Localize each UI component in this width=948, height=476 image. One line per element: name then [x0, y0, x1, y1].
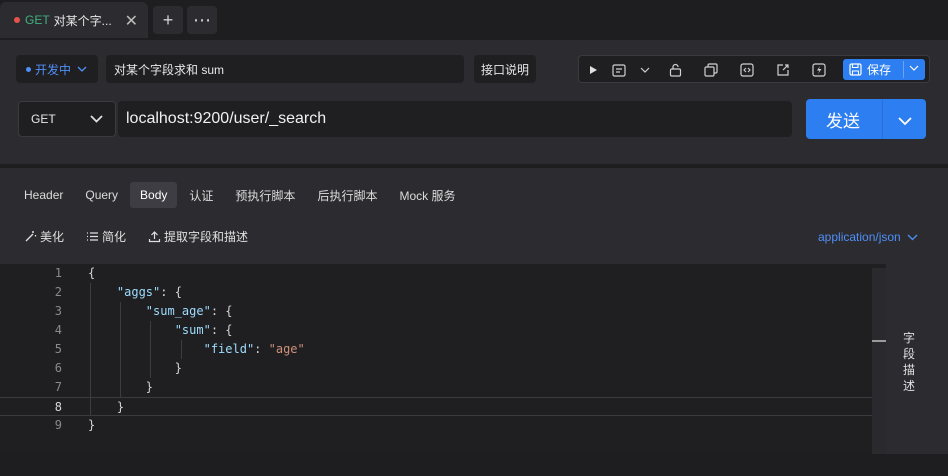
upload-icon	[148, 231, 161, 243]
code-text: "aggs": {	[116, 285, 182, 299]
share-icon[interactable]	[775, 62, 791, 78]
line-number: 3	[54, 304, 62, 318]
beautify-button[interactable]: 美化	[24, 228, 64, 245]
flash-icon[interactable]	[811, 62, 827, 78]
request-name-input[interactable]: 对某个字段求和 sum	[106, 55, 464, 83]
code-editor[interactable]: 1{2 "aggs": {3 "sum_age": {4 "sum": {5 "…	[0, 264, 886, 458]
tab-query[interactable]: Query	[75, 182, 128, 208]
document-icon[interactable]	[611, 62, 627, 78]
save-label: 保存	[867, 63, 892, 77]
app-root: GET 对某个字... ✕ + ⋯ 开发中 对某个字段求和 sum 接口说明 保…	[0, 0, 948, 476]
line-number: 4	[54, 323, 62, 337]
status-select[interactable]: 开发中	[16, 55, 98, 83]
unlock-icon[interactable]	[667, 62, 683, 78]
code-line[interactable]: 4 "sum": {	[0, 321, 886, 340]
close-icon[interactable]: ✕	[125, 11, 138, 31]
code-text: }	[88, 380, 154, 394]
tab-title: 对某个字...	[53, 13, 112, 28]
code-text: {	[88, 266, 96, 280]
line-number: 8	[54, 400, 62, 414]
status-label: 开发中	[35, 62, 72, 77]
tab-post-script[interactable]: 后执行脚本	[307, 182, 387, 208]
code-text: }	[88, 400, 125, 414]
simplify-button[interactable]: 简化	[86, 228, 126, 245]
code-text: }	[88, 418, 96, 432]
extract-fields-button[interactable]: 提取字段和描述	[148, 228, 248, 245]
chevron-down-icon	[90, 112, 103, 126]
save-divider	[903, 61, 904, 78]
field-description-panel-toggle[interactable]: 字段描述	[898, 330, 920, 394]
line-number: 6	[54, 361, 62, 375]
code-line[interactable]: 9}	[0, 416, 886, 435]
send-divider	[882, 99, 883, 139]
tab-method: GET	[25, 13, 50, 27]
line-number: 9	[54, 418, 62, 432]
line-number: 5	[54, 342, 62, 356]
chevron-down-icon	[907, 230, 918, 244]
code-line[interactable]: 6 }	[0, 359, 886, 378]
status-dot	[26, 66, 31, 72]
chevron-down-icon[interactable]	[898, 111, 912, 131]
code-line[interactable]: 8 }	[0, 397, 886, 416]
body-panel: Header Query Body 认证 预执行脚本 后执行脚本 Mock 服务…	[0, 168, 948, 476]
run-icon[interactable]	[585, 62, 601, 78]
request-tab[interactable]: GET 对某个字... ✕	[0, 2, 148, 38]
code-line[interactable]: 5 "field": "age"	[0, 340, 886, 359]
bottom-bar	[0, 454, 948, 476]
request-panel: 开发中 对某个字段求和 sum 接口说明 保存 GET localhost:92…	[0, 40, 948, 164]
save-icon	[849, 63, 862, 76]
code-icon[interactable]	[739, 62, 755, 78]
chevron-down-icon	[77, 64, 87, 75]
tab-pre-script[interactable]: 预执行脚本	[225, 182, 305, 208]
copy-icon[interactable]	[703, 62, 719, 78]
line-number: 7	[54, 380, 62, 394]
new-tab-button[interactable]: +	[153, 6, 183, 34]
request-sub-tabs: Header Query Body 认证 预执行脚本 后执行脚本 Mock 服务	[14, 182, 467, 208]
code-text: "sum": {	[174, 323, 233, 337]
content-type-select[interactable]: application/json	[818, 230, 918, 244]
code-text: }	[88, 361, 182, 375]
code-line[interactable]: 1{	[0, 264, 886, 283]
method-select[interactable]: GET	[18, 101, 116, 137]
tab-strip: GET 对某个字... ✕ + ⋯	[0, 0, 948, 40]
chevron-down-icon[interactable]	[637, 62, 653, 78]
line-number: 1	[54, 266, 62, 280]
tab-mock[interactable]: Mock 服务	[389, 182, 465, 208]
method-label: GET	[31, 112, 56, 126]
tab-header[interactable]: Header	[14, 182, 73, 208]
line-number: 2	[54, 285, 62, 299]
send-label: 发送	[826, 111, 860, 131]
code-line[interactable]: 7 }	[0, 378, 886, 397]
chevron-down-icon[interactable]	[909, 63, 919, 74]
magic-wand-icon	[25, 231, 37, 242]
scrollbar-thumb[interactable]	[872, 340, 886, 342]
extract-fields-label: 提取字段和描述	[164, 230, 249, 244]
code-text: "field": "age"	[203, 342, 305, 356]
beautify-label: 美化	[40, 230, 65, 244]
api-doc-button[interactable]: 接口说明	[474, 55, 536, 83]
save-button[interactable]: 保存	[843, 59, 925, 80]
url-input[interactable]: localhost:9200/user/_search	[118, 101, 792, 137]
tab-auth[interactable]: 认证	[179, 182, 223, 208]
request-toolbar: 保存	[578, 55, 930, 83]
content-type-label: application/json	[818, 230, 901, 244]
tab-body[interactable]: Body	[130, 182, 178, 208]
more-tabs-button[interactable]: ⋯	[187, 6, 217, 34]
code-line[interactable]: 2 "aggs": {	[0, 283, 886, 302]
send-button[interactable]: 发送	[806, 99, 926, 139]
simplify-label: 简化	[102, 230, 127, 244]
code-line[interactable]: 3 "sum_age": {	[0, 302, 886, 321]
vertical-scrollbar[interactable]	[872, 268, 886, 458]
body-toolbar: 美化 简化 提取字段和描述	[24, 228, 270, 245]
list-icon	[87, 232, 99, 241]
unsaved-dot	[14, 17, 20, 23]
code-text: "sum_age": {	[145, 304, 233, 318]
